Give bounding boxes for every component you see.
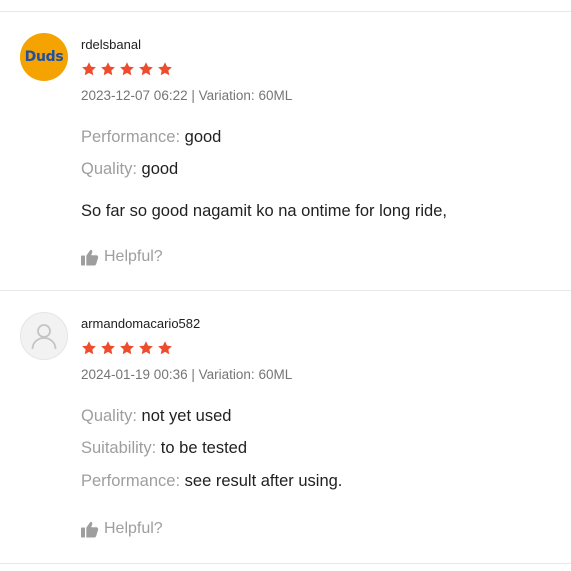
- attribute-value: not yet used: [141, 407, 232, 425]
- user-icon: [31, 324, 57, 350]
- attribute-key: Quality:: [81, 407, 137, 425]
- review-meta: 2024-01-19 00:36 | Variation: 60ML: [81, 367, 292, 383]
- attribute-key: Performance:: [81, 472, 181, 490]
- reviews-page: Duds rdelsbanal 2023-12-07 06:22 | Varia…: [0, 0, 571, 571]
- attribute-key: Suitability:: [81, 439, 157, 457]
- review-date: 2023-12-07 06:22: [81, 88, 188, 103]
- star-icon: [82, 341, 96, 355]
- rating-stars: [81, 340, 173, 356]
- star-icon: [139, 62, 153, 76]
- divider: [0, 563, 571, 564]
- star-icon: [120, 341, 134, 355]
- star-icon: [158, 62, 172, 76]
- star-icon: [120, 62, 134, 76]
- review-attribute: Suitability: to be tested: [81, 438, 247, 458]
- review-comment: So far so good nagamit ko na ontime for …: [81, 202, 447, 220]
- attribute-value: to be tested: [160, 439, 248, 457]
- avatar-logo-text: Duds: [24, 49, 64, 65]
- helpful-button[interactable]: Helpful?: [81, 247, 163, 267]
- avatar[interactable]: Duds: [20, 33, 68, 81]
- star-icon: [139, 341, 153, 355]
- review-meta: 2023-12-07 06:22 | Variation: 60ML: [81, 88, 292, 104]
- helpful-label: Helpful?: [104, 520, 163, 537]
- review-attribute: Performance: see result after using.: [81, 471, 342, 491]
- variation-value: 60ML: [258, 367, 293, 382]
- username: rdelsbanal: [81, 37, 141, 52]
- star-icon: [158, 341, 172, 355]
- divider: [0, 11, 571, 12]
- star-icon: [101, 341, 115, 355]
- review-attribute: Performance: good: [81, 127, 221, 147]
- variation-label: Variation:: [198, 367, 255, 382]
- attribute-value: see result after using.: [184, 472, 343, 490]
- rating-stars: [81, 61, 173, 77]
- star-icon: [82, 62, 96, 76]
- helpful-label: Helpful?: [104, 248, 163, 265]
- attribute-value: good: [141, 160, 179, 178]
- variation-value: 60ML: [258, 88, 293, 103]
- helpful-button[interactable]: Helpful?: [81, 519, 163, 539]
- meta-separator: |: [191, 88, 195, 103]
- divider: [0, 290, 571, 291]
- username: armandomacario582: [81, 316, 201, 331]
- review-date: 2024-01-19 00:36: [81, 367, 188, 382]
- star-icon: [101, 62, 115, 76]
- attribute-key: Performance:: [81, 128, 181, 146]
- meta-separator: |: [191, 367, 195, 382]
- attribute-value: good: [184, 128, 222, 146]
- thumbs-up-icon: [81, 521, 99, 537]
- attribute-key: Quality:: [81, 160, 137, 178]
- avatar[interactable]: [20, 312, 68, 360]
- thumbs-up-icon: [81, 249, 99, 265]
- variation-label: Variation:: [198, 88, 255, 103]
- review-attribute: Quality: not yet used: [81, 406, 231, 426]
- review-attribute: Quality: good: [81, 159, 178, 179]
